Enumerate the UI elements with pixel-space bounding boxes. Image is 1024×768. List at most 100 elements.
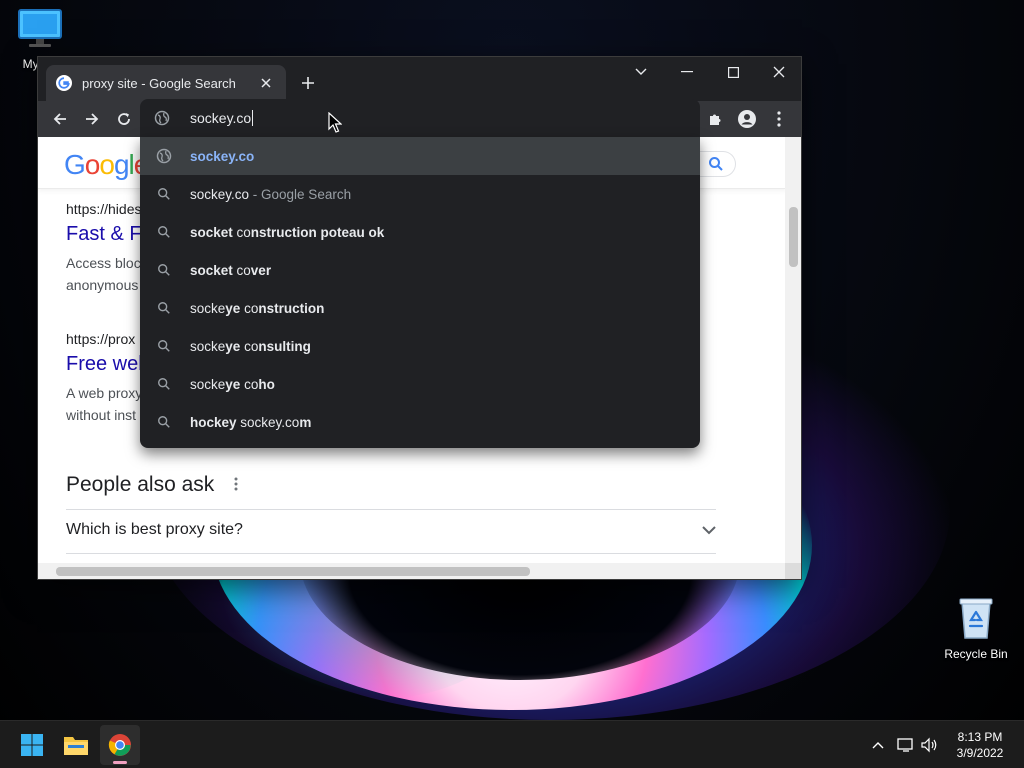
vertical-scrollbar[interactable] (785, 137, 801, 564)
kebab-menu-icon (777, 111, 781, 127)
network-tray-button[interactable] (896, 735, 916, 755)
puzzle-icon (710, 114, 721, 125)
suggestion-text-part: nstruction poteau ok (250, 224, 385, 240)
omnibox-suggestion[interactable]: hockey sockey.com (140, 403, 700, 441)
network-icon (897, 738, 913, 752)
search-icon (156, 224, 172, 240)
suggestion-text-part: sockey.co (190, 148, 255, 164)
title-bar: proxy site - Google Search (38, 57, 801, 101)
taskbar-chrome[interactable] (100, 725, 140, 765)
desktop-icon-label: Recycle Bin (944, 647, 1008, 661)
suggestion-text-part: ye (225, 376, 241, 392)
suggestion-text-part: socket (190, 262, 233, 278)
active-indicator (113, 761, 127, 764)
search-icon (156, 414, 172, 430)
omnibox-suggestion[interactable]: sockeye consulting (140, 327, 700, 365)
folder-icon (64, 737, 88, 755)
snippet-line: A web proxy (66, 385, 143, 401)
minimize-icon (681, 71, 693, 73)
speaker-icon (921, 737, 937, 753)
omnibox-suggestion[interactable]: socket cover (140, 251, 700, 289)
suggestion-text-part: nsulting (258, 338, 311, 354)
suggestion-text-part: co (232, 262, 251, 278)
address-bar-text: sockey.co (190, 110, 252, 126)
desktop-icon-recycle-bin[interactable]: Recycle Bin (938, 596, 1014, 661)
horizontal-scrollbar[interactable] (38, 563, 787, 579)
paa-more-icon[interactable] (234, 477, 246, 495)
suggestion-text: sockey.co (190, 149, 254, 164)
omnibox-suggestion[interactable]: sockey.co (140, 137, 700, 175)
extensions-button[interactable] (703, 107, 727, 131)
tab-active[interactable]: proxy site - Google Search (46, 65, 286, 101)
google-search-submit[interactable] (696, 151, 736, 177)
result-title[interactable]: Fast & Fr (66, 223, 148, 246)
search-icon (156, 186, 172, 202)
result-snippet: A web proxy without inst (66, 382, 149, 426)
new-tab-button[interactable] (296, 71, 320, 95)
snippet-line: anonymous (66, 277, 139, 293)
start-button[interactable] (12, 725, 52, 765)
suggestion-text-part: socke (190, 376, 226, 392)
search-icon (156, 300, 172, 316)
show-hidden-icons-button[interactable] (868, 735, 888, 755)
monitor-icon (18, 9, 62, 47)
chrome-icon (108, 734, 131, 756)
divider (66, 553, 716, 554)
taskbar-file-explorer[interactable] (56, 725, 96, 765)
suggestion-text: sockey.co - Google Search (190, 187, 351, 202)
search-icon (156, 376, 172, 392)
taskbar-clock[interactable]: 8:13 PM 3/9/2022 (940, 729, 1020, 761)
address-bar[interactable]: sockey.co (140, 99, 700, 137)
divider (66, 509, 716, 510)
paa-question[interactable]: Which is best proxy site? (66, 521, 716, 539)
chrome-window: proxy site - Google Search Googl https:/… (37, 56, 802, 580)
suggestion-text-part: co (232, 224, 251, 240)
text-caret (252, 110, 254, 126)
volume-tray-button[interactable] (920, 735, 940, 755)
arrow-right-icon (86, 113, 99, 125)
scrollbar-corner (785, 563, 801, 579)
snippet-line: without inst (66, 407, 137, 423)
tab-search-button[interactable] (618, 57, 664, 87)
google-favicon-icon (56, 75, 72, 91)
maximize-icon (727, 66, 739, 78)
suggestion-text: socket cover (190, 263, 271, 278)
close-icon (773, 66, 785, 78)
suggestion-text-part: co (240, 376, 259, 392)
minimize-button[interactable] (664, 57, 710, 87)
back-button[interactable] (48, 107, 72, 131)
google-logo[interactable]: Google (64, 149, 149, 181)
forward-button[interactable] (80, 107, 104, 131)
suggestion-text-part: socke (190, 300, 226, 316)
close-window-button[interactable] (756, 57, 802, 87)
result-url[interactable]: https://prox (66, 331, 149, 347)
suggestion-text-part: co (240, 300, 259, 316)
clock-time: 8:13 PM (957, 730, 1003, 744)
suggestion-text-part: sockey.co (236, 414, 300, 430)
omnibox-suggestion[interactable]: socket construction poteau ok (140, 213, 700, 251)
suggestion-text-part: co (240, 338, 259, 354)
arrow-left-icon (53, 113, 66, 125)
reload-button[interactable] (112, 107, 136, 131)
suggestion-text: sockeye coho (190, 377, 275, 392)
recycle-bin-icon (959, 598, 993, 639)
suggestion-text-part: m (299, 414, 312, 430)
scrollbar-thumb[interactable] (789, 207, 798, 267)
globe-icon (154, 110, 170, 126)
chevron-down-icon (635, 68, 647, 75)
omnibox-suggestion[interactable]: sockeye coho (140, 365, 700, 403)
menu-button[interactable] (767, 107, 791, 131)
scrollbar-thumb[interactable] (56, 567, 530, 576)
tab-close-icon[interactable] (256, 73, 276, 93)
profile-button[interactable] (735, 107, 759, 131)
suggestion-text-part: ho (258, 376, 275, 392)
suggestion-text-part: nstruction (258, 300, 325, 316)
suggestion-text-part: ye (225, 338, 241, 354)
suggestion-text-part: - Google Search (249, 186, 352, 202)
omnibox-suggestion[interactable]: sockeye construction (140, 289, 700, 327)
result-url[interactable]: https://hides (66, 201, 148, 217)
omnibox-suggestion[interactable]: sockey.co - Google Search (140, 175, 700, 213)
suggestion-text: socket construction poteau ok (190, 225, 384, 240)
result-title[interactable]: Free web (66, 353, 149, 376)
maximize-button[interactable] (710, 57, 756, 87)
